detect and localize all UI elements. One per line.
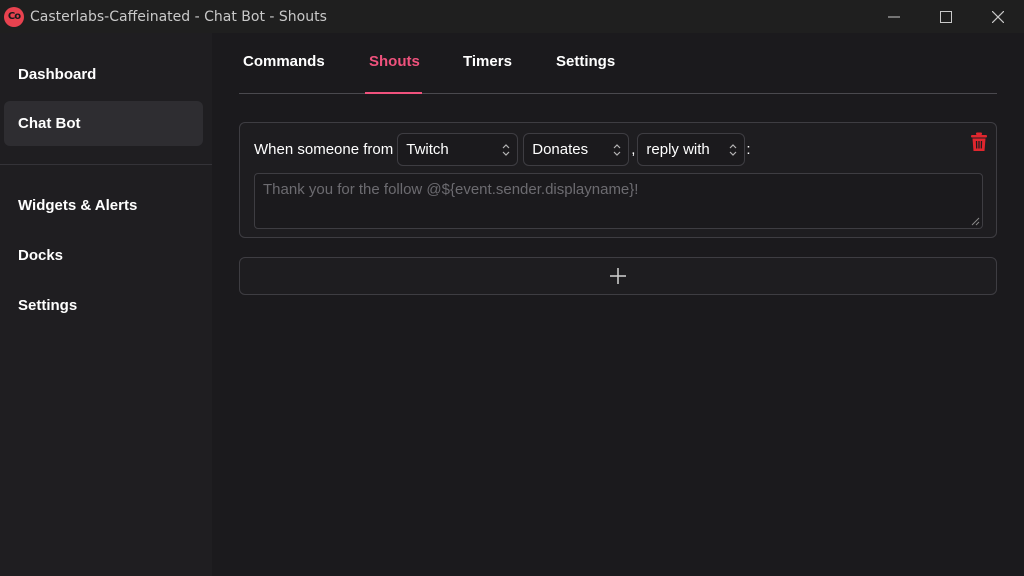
active-tab-indicator xyxy=(365,92,422,94)
separator-colon: : xyxy=(746,141,751,158)
tab-commands[interactable]: Commands xyxy=(243,53,325,93)
tab-timers[interactable]: Timers xyxy=(463,53,512,93)
sidebar-item-docks[interactable]: Docks xyxy=(4,233,203,278)
tab-settings[interactable]: Settings xyxy=(556,53,615,93)
add-shout-button[interactable] xyxy=(239,257,997,295)
tab-shouts[interactable]: Shouts xyxy=(369,53,420,93)
minimize-icon xyxy=(888,16,900,17)
maximize-button[interactable] xyxy=(920,0,972,33)
event-select[interactable]: Donates xyxy=(523,133,630,166)
main-content: Commands Shouts Timers Settings When som… xyxy=(212,33,1024,576)
event-select-value: Donates xyxy=(532,141,589,158)
trash-icon xyxy=(971,132,987,151)
select-chevron-icon xyxy=(729,144,737,156)
select-chevron-icon xyxy=(502,144,510,156)
sidebar-item-widgets-alerts[interactable]: Widgets & Alerts xyxy=(4,183,203,228)
action-select[interactable]: reply with xyxy=(637,133,746,166)
shout-card: When someone from Twitch Donates , reply… xyxy=(239,122,997,238)
select-chevron-icon xyxy=(613,144,621,156)
maximize-icon xyxy=(940,10,952,23)
platform-select-value: Twitch xyxy=(406,141,449,158)
app-logo-text: Co xyxy=(7,11,21,22)
minimize-button[interactable] xyxy=(868,0,920,33)
separator-comma: , xyxy=(631,141,636,158)
window-title: Casterlabs-Caffeinated - Chat Bot - Shou… xyxy=(30,8,327,25)
sidebar-item-settings[interactable]: Settings xyxy=(4,283,203,328)
close-button[interactable] xyxy=(972,0,1024,33)
sidebar-item-dashboard[interactable]: Dashboard xyxy=(4,52,203,97)
sidebar-item-chat-bot[interactable]: Chat Bot xyxy=(4,101,203,146)
shout-message-placeholder: Thank you for the follow @${event.sender… xyxy=(263,181,639,198)
close-icon xyxy=(992,10,1004,23)
title-bar: Co Casterlabs-Caffeinated - Chat Bot - S… xyxy=(0,0,1024,33)
sidebar: Dashboard Chat Bot Widgets & Alerts Dock… xyxy=(0,33,212,576)
shout-message-textarea[interactable]: Thank you for the follow @${event.sender… xyxy=(254,173,983,229)
sidebar-divider xyxy=(0,164,212,165)
action-select-value: reply with xyxy=(646,141,710,158)
tab-bar: Commands Shouts Timers Settings xyxy=(239,33,997,94)
plus-icon xyxy=(610,268,626,284)
delete-shout-button[interactable] xyxy=(970,132,988,152)
shout-rule-row: When someone from Twitch Donates , reply… xyxy=(254,133,751,166)
window-controls xyxy=(868,0,1024,33)
platform-select[interactable]: Twitch xyxy=(397,133,519,166)
shout-prefix-label: When someone from xyxy=(254,141,394,158)
resize-grip-icon[interactable] xyxy=(971,217,980,226)
app-logo-icon: Co xyxy=(4,6,24,27)
